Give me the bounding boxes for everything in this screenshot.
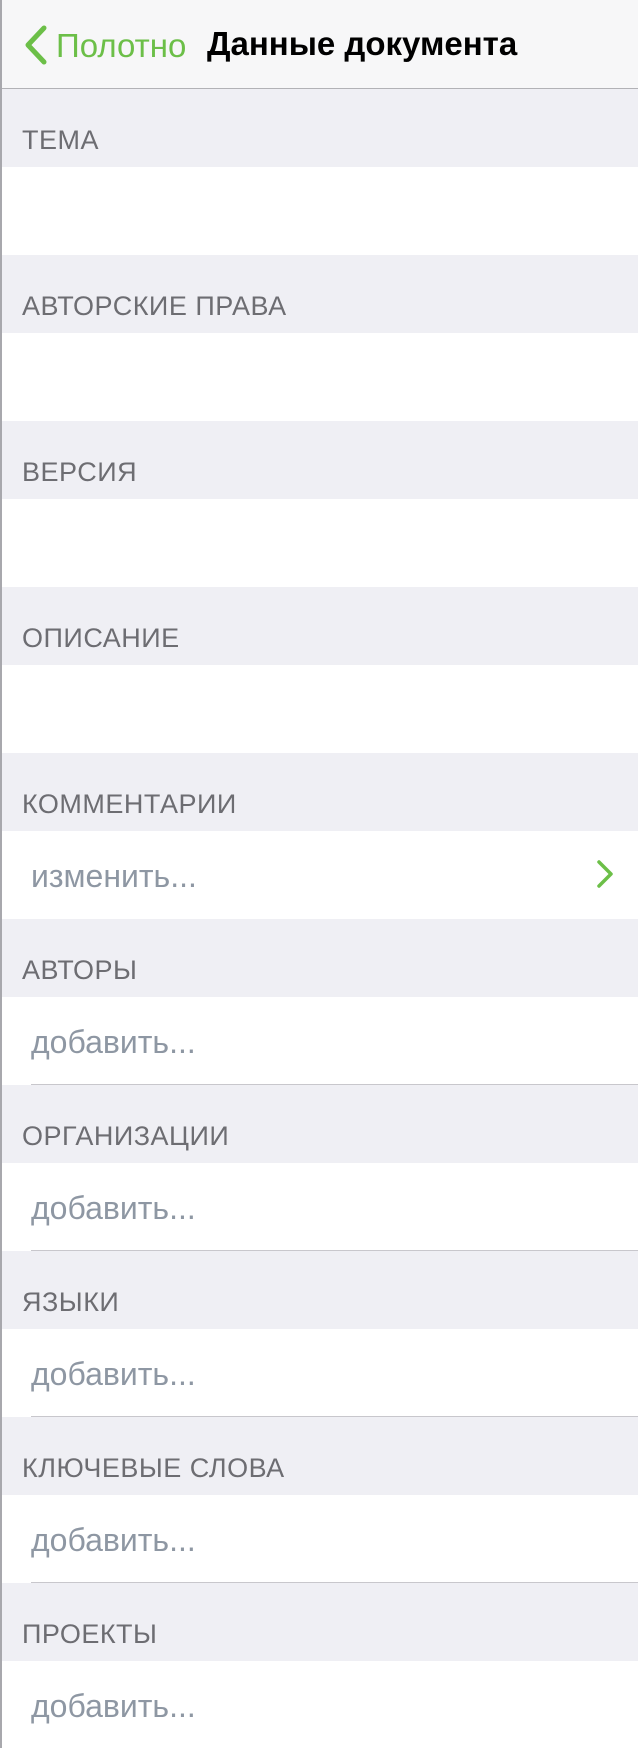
section-header-version: ВЕРСИЯ [2, 421, 638, 499]
section-header-label: ПРОЕКТЫ [22, 1619, 158, 1649]
document-info-screen: Полотно Данные документа ТЕМА АВТОРСКИЕ … [0, 0, 638, 1748]
section-header-label: КЛЮЧЕВЫЕ СЛОВА [22, 1453, 285, 1483]
navigation-bar: Полотно Данные документа [2, 0, 638, 89]
copyright-field[interactable] [2, 333, 638, 423]
version-input[interactable] [31, 499, 615, 589]
section-header-organizations: ОРГАНИЗАЦИИ [2, 1085, 638, 1163]
comments-edit-label: изменить... [31, 858, 197, 894]
split-divider [0, 0, 2, 1748]
section-header-description: ОПИСАНИЕ [2, 587, 638, 665]
section-header-label: АВТОРСКИЕ ПРАВА [22, 291, 287, 321]
add-organization-label: добавить... [31, 1190, 196, 1226]
version-field[interactable] [2, 499, 638, 589]
subject-field[interactable] [2, 167, 638, 257]
section-header-languages: ЯЗЫКИ [2, 1251, 638, 1329]
subject-input[interactable] [31, 167, 615, 257]
section-header-label: ОПИСАНИЕ [22, 623, 180, 653]
settings-list: ТЕМА АВТОРСКИЕ ПРАВА ВЕРСИЯ ОПИСАНИЕ КОМ… [2, 89, 638, 1748]
description-field[interactable] [2, 665, 638, 755]
back-button[interactable]: Полотно [24, 20, 186, 70]
section-header-label: КОММЕНТАРИИ [22, 789, 237, 819]
section-header-subject: ТЕМА [2, 89, 638, 167]
add-author-label: добавить... [31, 1024, 196, 1060]
page-title: Данные документа [207, 25, 518, 62]
copyright-input[interactable] [31, 333, 615, 423]
section-header-label: ЯЗЫКИ [22, 1287, 120, 1317]
comments-edit-row[interactable]: изменить... [2, 831, 638, 919]
description-input[interactable] [31, 665, 615, 755]
add-language-label: добавить... [31, 1356, 196, 1392]
section-header-authors: АВТОРЫ [2, 919, 638, 997]
chevron-left-icon [25, 25, 47, 65]
section-header-keywords: КЛЮЧЕВЫЕ СЛОВА [2, 1417, 638, 1495]
section-header-comments: КОММЕНТАРИИ [2, 753, 638, 831]
back-button-label: Полотно [56, 26, 187, 64]
add-author-row[interactable]: добавить... [2, 997, 638, 1085]
section-header-label: ТЕМА [22, 125, 100, 155]
add-project-label: добавить... [31, 1688, 196, 1724]
section-header-label: ВЕРСИЯ [22, 457, 138, 487]
chevron-right-icon [597, 860, 613, 888]
add-keyword-row[interactable]: добавить... [2, 1495, 638, 1583]
add-keyword-label: добавить... [31, 1522, 196, 1558]
section-header-label: АВТОРЫ [22, 955, 138, 985]
add-project-row[interactable]: добавить... [2, 1661, 638, 1748]
section-header-projects: ПРОЕКТЫ [2, 1583, 638, 1661]
section-header-label: ОРГАНИЗАЦИИ [22, 1121, 230, 1151]
add-organization-row[interactable]: добавить... [2, 1163, 638, 1251]
add-language-row[interactable]: добавить... [2, 1329, 638, 1417]
section-header-copyright: АВТОРСКИЕ ПРАВА [2, 255, 638, 333]
